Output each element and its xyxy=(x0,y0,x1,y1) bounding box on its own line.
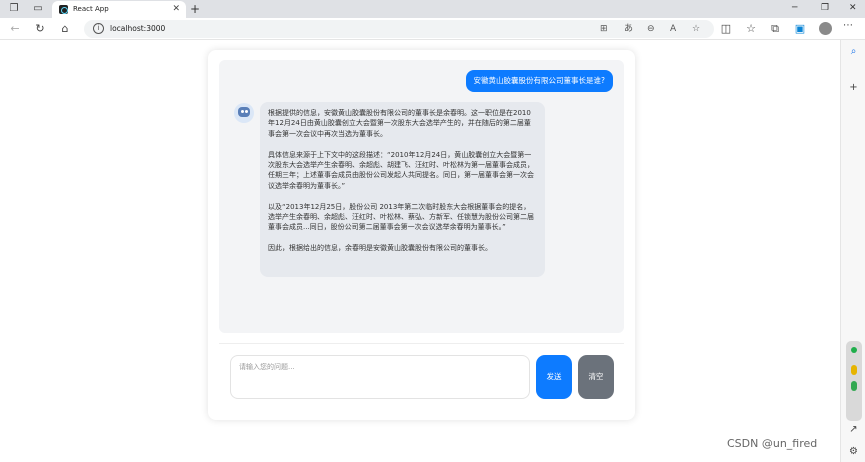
chat-card: 安徽黄山胶囊股份有限公司董事长是谁? 根据提供的信息，安徽黄山胶囊股份有限公司的… xyxy=(208,50,635,420)
question-input[interactable] xyxy=(230,355,530,399)
open-external-icon[interactable]: ↗ xyxy=(847,424,860,436)
maximize-icon[interactable]: ❐ xyxy=(821,3,829,14)
bot-message: 根据提供的信息，安徽黄山胶囊股份有限公司的董事长是余春明。这一职位是在2010年… xyxy=(260,102,545,277)
browser-sidebar: ⌕ + ↗ ⚙ xyxy=(840,40,865,462)
tab-title: React App xyxy=(73,5,109,13)
window-close-icon[interactable]: ✕ xyxy=(849,3,857,14)
clear-button[interactable]: 清空 xyxy=(578,355,614,399)
profile-avatar[interactable] xyxy=(819,22,832,35)
favorites-icon[interactable]: ☆ xyxy=(744,22,758,36)
send-button[interactable]: 发送 xyxy=(536,355,572,399)
url-text[interactable]: localhost:3000 xyxy=(110,23,165,35)
search-icon[interactable]: ⌕ xyxy=(847,46,860,58)
tab-bar: ❐ ▭ React App ✕ + ─ ❐ ✕ xyxy=(0,0,865,18)
minimize-icon[interactable]: ─ xyxy=(792,3,797,14)
address-bar[interactable]: i localhost:3000 ⊞ あ ⊖ A ☆ xyxy=(84,20,714,38)
read-aloud-icon[interactable]: A xyxy=(670,23,676,35)
bot-paragraph: 因此，根据给出的信息，余春明是安徽黄山胶囊股份有限公司的董事长。 xyxy=(268,244,492,253)
split-screen-icon[interactable]: ◫ xyxy=(719,22,733,36)
workspaces-icon[interactable]: ❐ xyxy=(8,3,20,15)
bot-paragraph: 以及“2013年12月25日，股份公司 2013年第二次临时股东大会根据董事会的… xyxy=(268,202,534,232)
status-bar-icon xyxy=(851,365,857,375)
new-tab-icon[interactable]: + xyxy=(190,2,200,16)
user-message: 安徽黄山胶囊股份有限公司董事长是谁? xyxy=(465,70,613,92)
tab-close-icon[interactable]: ✕ xyxy=(172,4,180,15)
collections-icon[interactable]: ⧉ xyxy=(768,22,782,36)
zoom-icon[interactable]: ⊖ xyxy=(647,23,655,35)
app-available-icon[interactable]: ⊞ xyxy=(600,23,608,35)
status-dot-icon xyxy=(851,347,857,353)
site-info-icon[interactable]: i xyxy=(93,23,104,34)
divider xyxy=(219,343,624,344)
bot-avatar-icon xyxy=(234,103,254,123)
status-bar-icon xyxy=(851,381,857,391)
more-menu-icon[interactable]: ⋯ xyxy=(843,20,853,31)
browser-toolbar: ← ↻ ⌂ i localhost:3000 ⊞ あ ⊖ A ☆ ◫ ☆ ⧉ ▣… xyxy=(0,18,865,40)
system-monitor-widget[interactable] xyxy=(846,341,862,421)
add-sidebar-icon[interactable]: + xyxy=(847,82,860,94)
back-icon[interactable]: ← xyxy=(8,22,22,36)
chat-messages[interactable]: 安徽黄山胶囊股份有限公司董事长是谁? 根据提供的信息，安徽黄山胶囊股份有限公司的… xyxy=(219,60,624,333)
bot-paragraph: 根据提供的信息，安徽黄山胶囊股份有限公司的董事长是余春明。这一职位是在2010年… xyxy=(268,109,531,138)
settings-gear-icon[interactable]: ⚙ xyxy=(847,446,860,458)
translate-icon[interactable]: あ xyxy=(624,23,633,35)
watermark: CSDN @un_fired xyxy=(727,437,818,450)
edge-bar-icon[interactable]: ▣ xyxy=(793,22,807,36)
favorite-star-icon[interactable]: ☆ xyxy=(692,23,700,35)
home-icon[interactable]: ⌂ xyxy=(58,22,72,36)
bot-paragraph: 具体信息来源于上下文中的这段描述：“2010年12月24日，黄山胶囊创立大会暨第… xyxy=(268,150,534,190)
tab-actions-icon[interactable]: ▭ xyxy=(32,3,44,15)
refresh-icon[interactable]: ↻ xyxy=(33,22,47,36)
react-favicon-icon xyxy=(59,5,68,14)
browser-tab[interactable]: React App ✕ xyxy=(52,1,186,18)
